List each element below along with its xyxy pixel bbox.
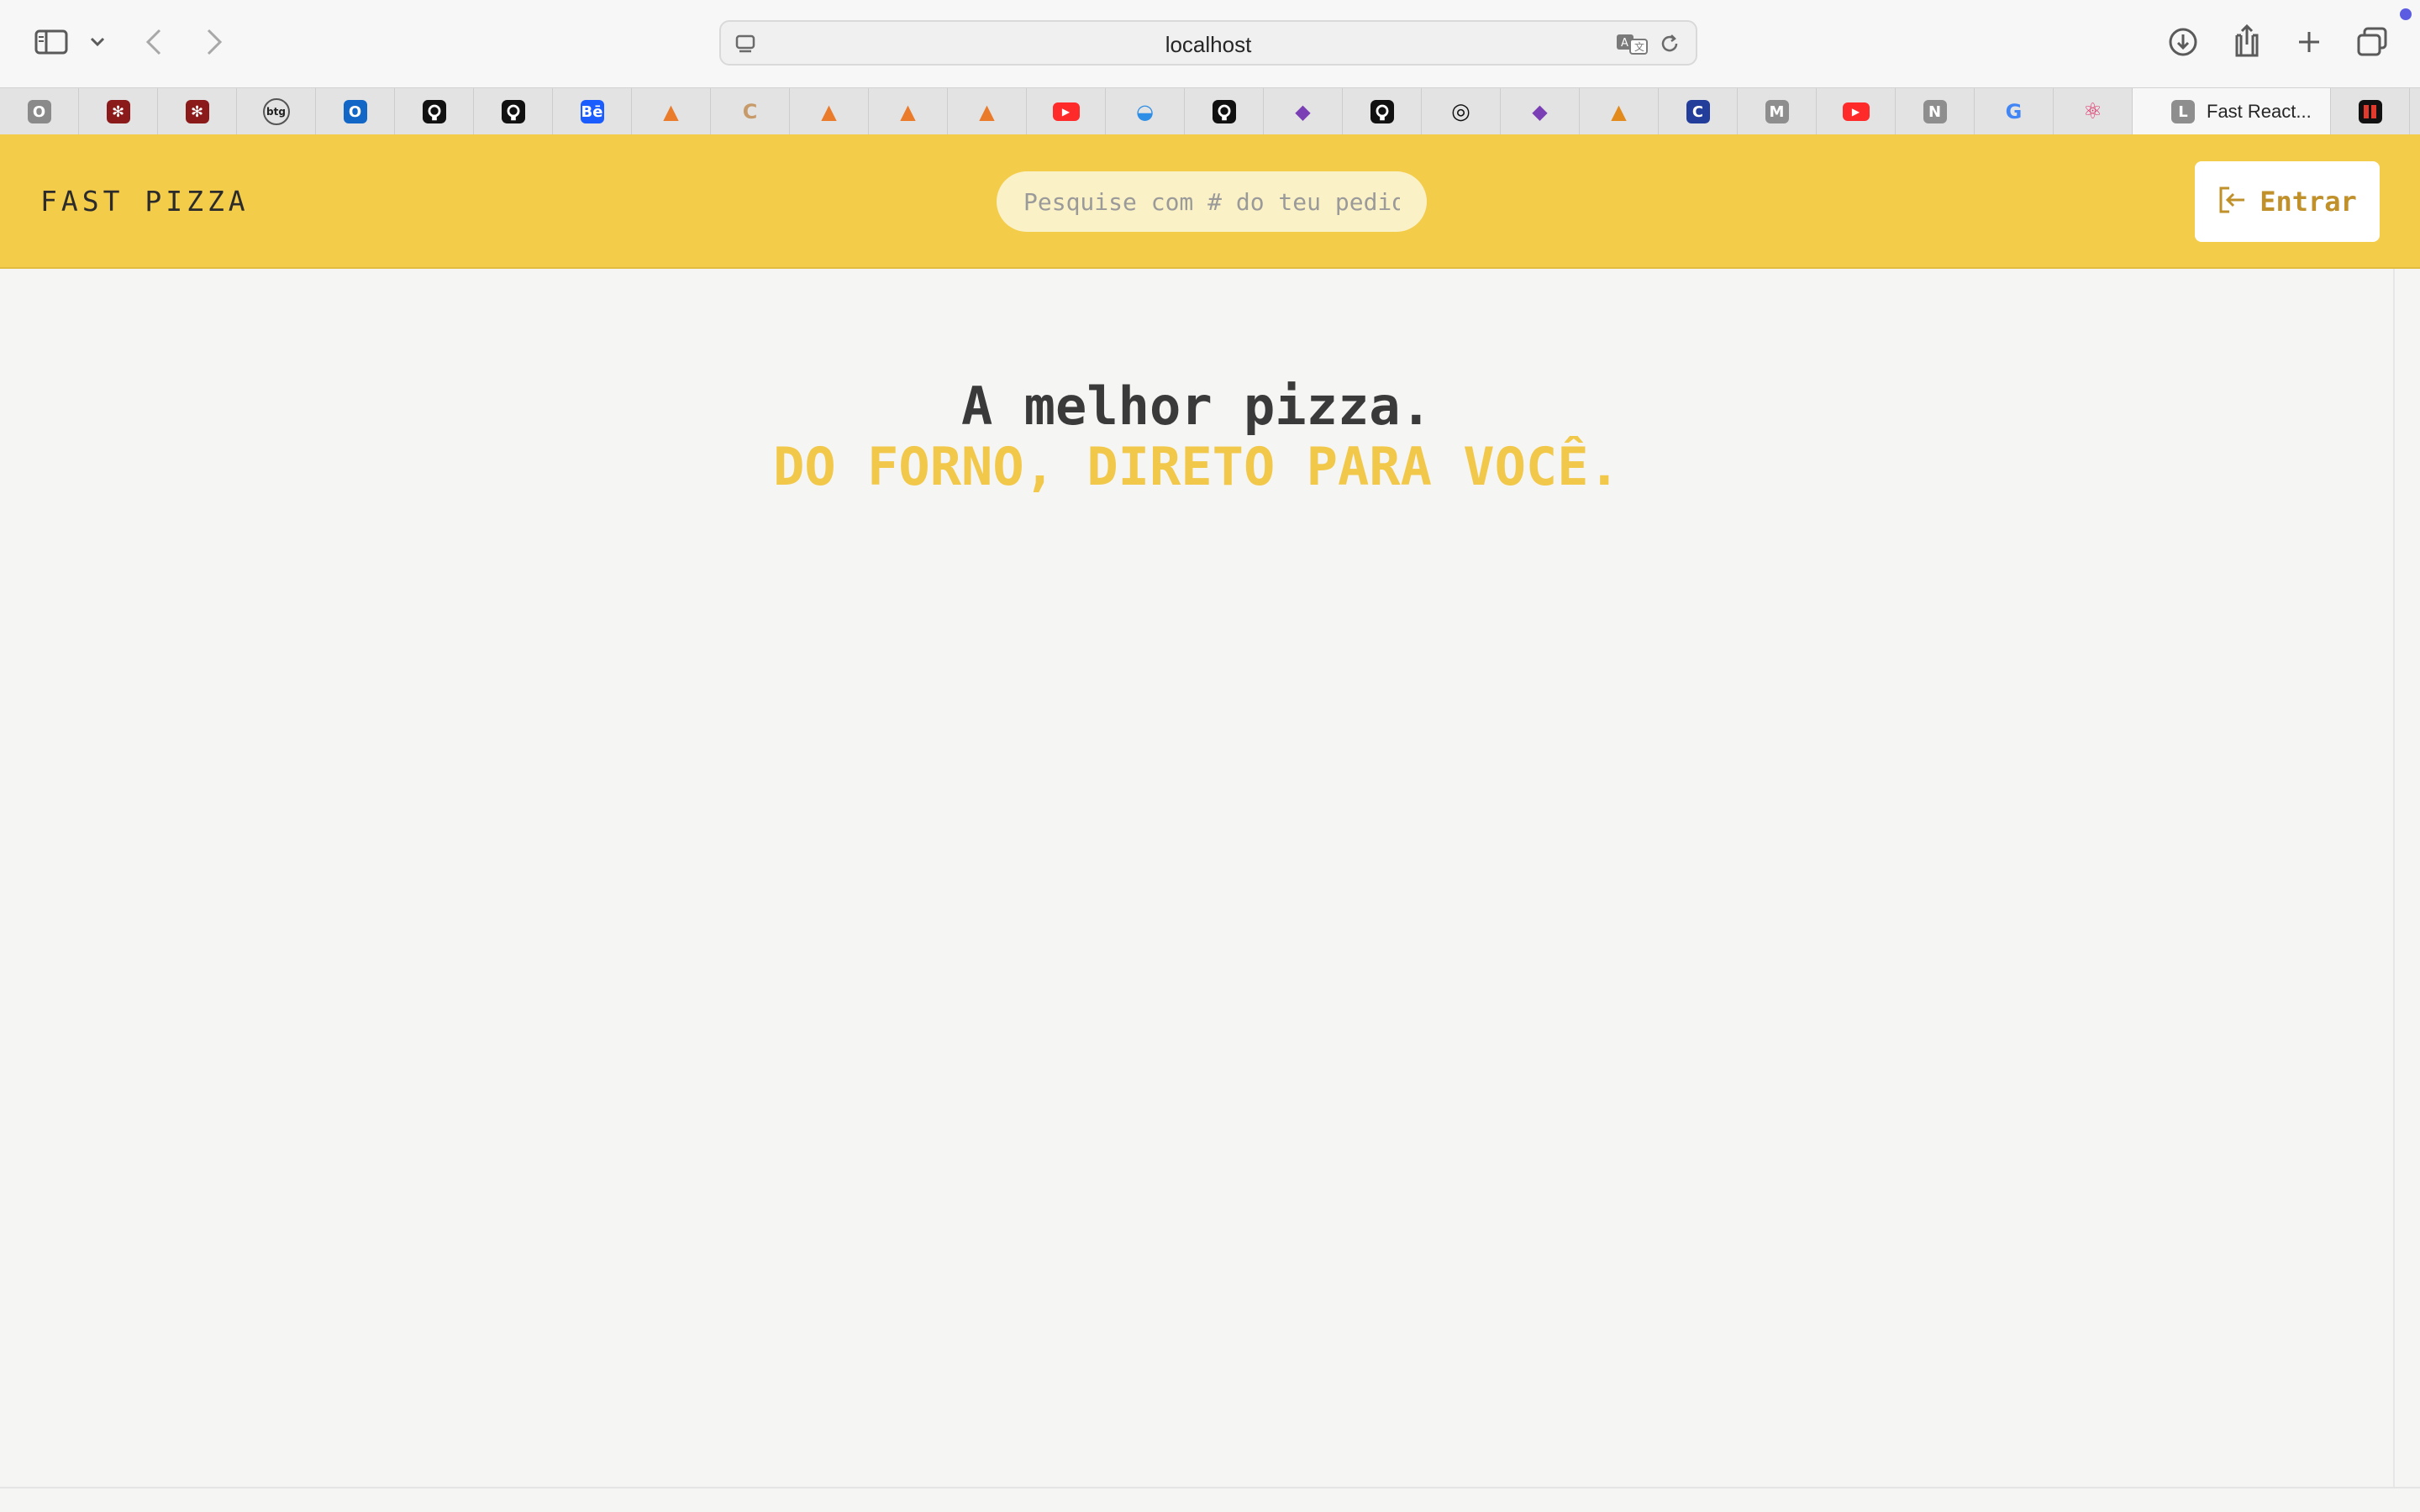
svg-text:A: A: [1621, 37, 1628, 50]
behance-icon: Bē: [580, 100, 604, 123]
tab-bookmark[interactable]: ◒: [1106, 88, 1185, 135]
m-icon: M: [1765, 100, 1789, 123]
divider: [0, 1487, 2420, 1488]
app-header: FAST PIZZA Entrar: [0, 134, 2420, 269]
youtube-icon: ▶: [1842, 102, 1870, 121]
tab-bookmark[interactable]: ▲: [790, 88, 869, 135]
stack-icon: ◆: [1295, 100, 1311, 123]
back-icon[interactable]: [141, 25, 166, 59]
carrot-icon: ▲: [821, 100, 837, 123]
tab-bookmark[interactable]: [474, 88, 553, 135]
o-icon: O: [27, 100, 51, 123]
carrot-icon: ▲: [979, 100, 995, 123]
tab-bookmark[interactable]: ◎: [1422, 88, 1501, 135]
tab-bookmark[interactable]: C: [1659, 88, 1738, 135]
url-text[interactable]: localhost: [721, 32, 1696, 58]
search-input[interactable]: [997, 171, 1427, 232]
browser-toolbar: localhost A文: [0, 0, 2420, 87]
tab-strip: O ✻ ✻ btg O Bē ▲ C ▲ ▲ ▲ ▶ ◒ ◆ ◎ ◆ ▲ C M ▶ N G ⚛ L Fast React...: [0, 87, 2420, 135]
snowflake-icon: ✻: [185, 100, 209, 123]
tab-bookmark[interactable]: M: [1738, 88, 1817, 135]
tab-bookmark[interactable]: ▲: [869, 88, 948, 135]
reload-icon[interactable]: [1659, 33, 1681, 59]
openai-icon: ◎: [1451, 99, 1470, 124]
tiles-icon: [2358, 100, 2382, 123]
pma-icon: ▲: [1611, 100, 1627, 123]
tab-bookmark[interactable]: ✻: [79, 88, 158, 135]
notification-dot: [2400, 8, 2412, 20]
tab-bookmark[interactable]: ◆: [1264, 88, 1343, 135]
login-label: Entrar: [2260, 186, 2357, 218]
github-icon: [1370, 100, 1394, 123]
carrot-icon: ▲: [663, 100, 679, 123]
github-icon: [422, 100, 446, 123]
google-icon: G: [2005, 100, 2023, 123]
tab-bookmark[interactable]: [2331, 88, 2410, 135]
tab-bookmark[interactable]: ◆: [1501, 88, 1580, 135]
login-icon: [2217, 185, 2248, 219]
tab-bookmark[interactable]: ▲: [948, 88, 1027, 135]
tab-title: Fast React...: [2207, 101, 2312, 122]
new-tab-icon[interactable]: [2292, 25, 2326, 59]
tab-bookmark[interactable]: O: [0, 88, 79, 135]
stack-icon: ◆: [1532, 100, 1548, 123]
tab-bookmark[interactable]: [1185, 88, 1264, 135]
tab-active[interactable]: L Fast React...: [2133, 88, 2331, 135]
forward-icon[interactable]: [202, 25, 227, 59]
snowflake-icon: ✻: [106, 100, 130, 123]
react-icon: ⚛: [2082, 99, 2103, 124]
hero-subtitle: DO FORNO, DIRETO PARA VOCÊ.: [773, 436, 1620, 497]
hero: A melhor pizza. DO FORNO, DIRETO PARA VO…: [0, 376, 2393, 497]
tab-bookmark[interactable]: [1343, 88, 1422, 135]
youtube-icon: ▶: [1052, 102, 1080, 121]
tab-bookmark[interactable]: ✻: [158, 88, 237, 135]
tab-bookmark[interactable]: ▲: [1580, 88, 1659, 135]
carrot-icon: ▲: [900, 100, 916, 123]
chevron-down-icon[interactable]: [87, 32, 108, 52]
tab-overview-icon[interactable]: [2354, 25, 2390, 59]
scrollbar[interactable]: [2393, 269, 2420, 1487]
github-icon: [1212, 100, 1236, 123]
docker-icon: ◒: [1136, 100, 1154, 123]
translate-icon[interactable]: A文: [1615, 32, 1649, 60]
btg-icon: btg: [262, 98, 290, 125]
tab-bookmark[interactable]: ▶: [1817, 88, 1896, 135]
tab-bookmark[interactable]: btg: [237, 88, 316, 135]
tab-bookmark[interactable]: G: [1975, 88, 2054, 135]
logo[interactable]: FAST PIZZA: [40, 185, 250, 218]
svg-text:文: 文: [1634, 40, 1644, 53]
address-bar[interactable]: localhost A文: [719, 20, 1697, 66]
tab-bookmark[interactable]: Bē: [553, 88, 632, 135]
tab-bookmark[interactable]: O: [316, 88, 395, 135]
tab-bookmark[interactable]: ▶: [1027, 88, 1106, 135]
tab-bookmark[interactable]: [395, 88, 474, 135]
tab-bookmark[interactable]: N: [1896, 88, 1975, 135]
c-icon: C: [742, 100, 758, 123]
cf-icon: C: [1686, 100, 1710, 123]
main-content: A melhor pizza. DO FORNO, DIRETO PARA VO…: [0, 269, 2393, 1487]
n-icon: N: [1923, 100, 1947, 123]
outlook-icon: O: [343, 100, 367, 123]
share-icon[interactable]: [2230, 24, 2264, 59]
hero-title: A melhor pizza.: [961, 375, 1432, 437]
tab-bookmark[interactable]: C: [711, 88, 790, 135]
github-icon: [501, 100, 525, 123]
l-icon: L: [2171, 100, 2195, 123]
download-icon[interactable]: [2166, 25, 2200, 59]
tab-bookmark[interactable]: ⚛: [2054, 88, 2133, 135]
login-button[interactable]: Entrar: [2195, 161, 2380, 242]
tab-bookmark[interactable]: ▲: [632, 88, 711, 135]
sidebar-toggle-icon[interactable]: [34, 27, 69, 57]
